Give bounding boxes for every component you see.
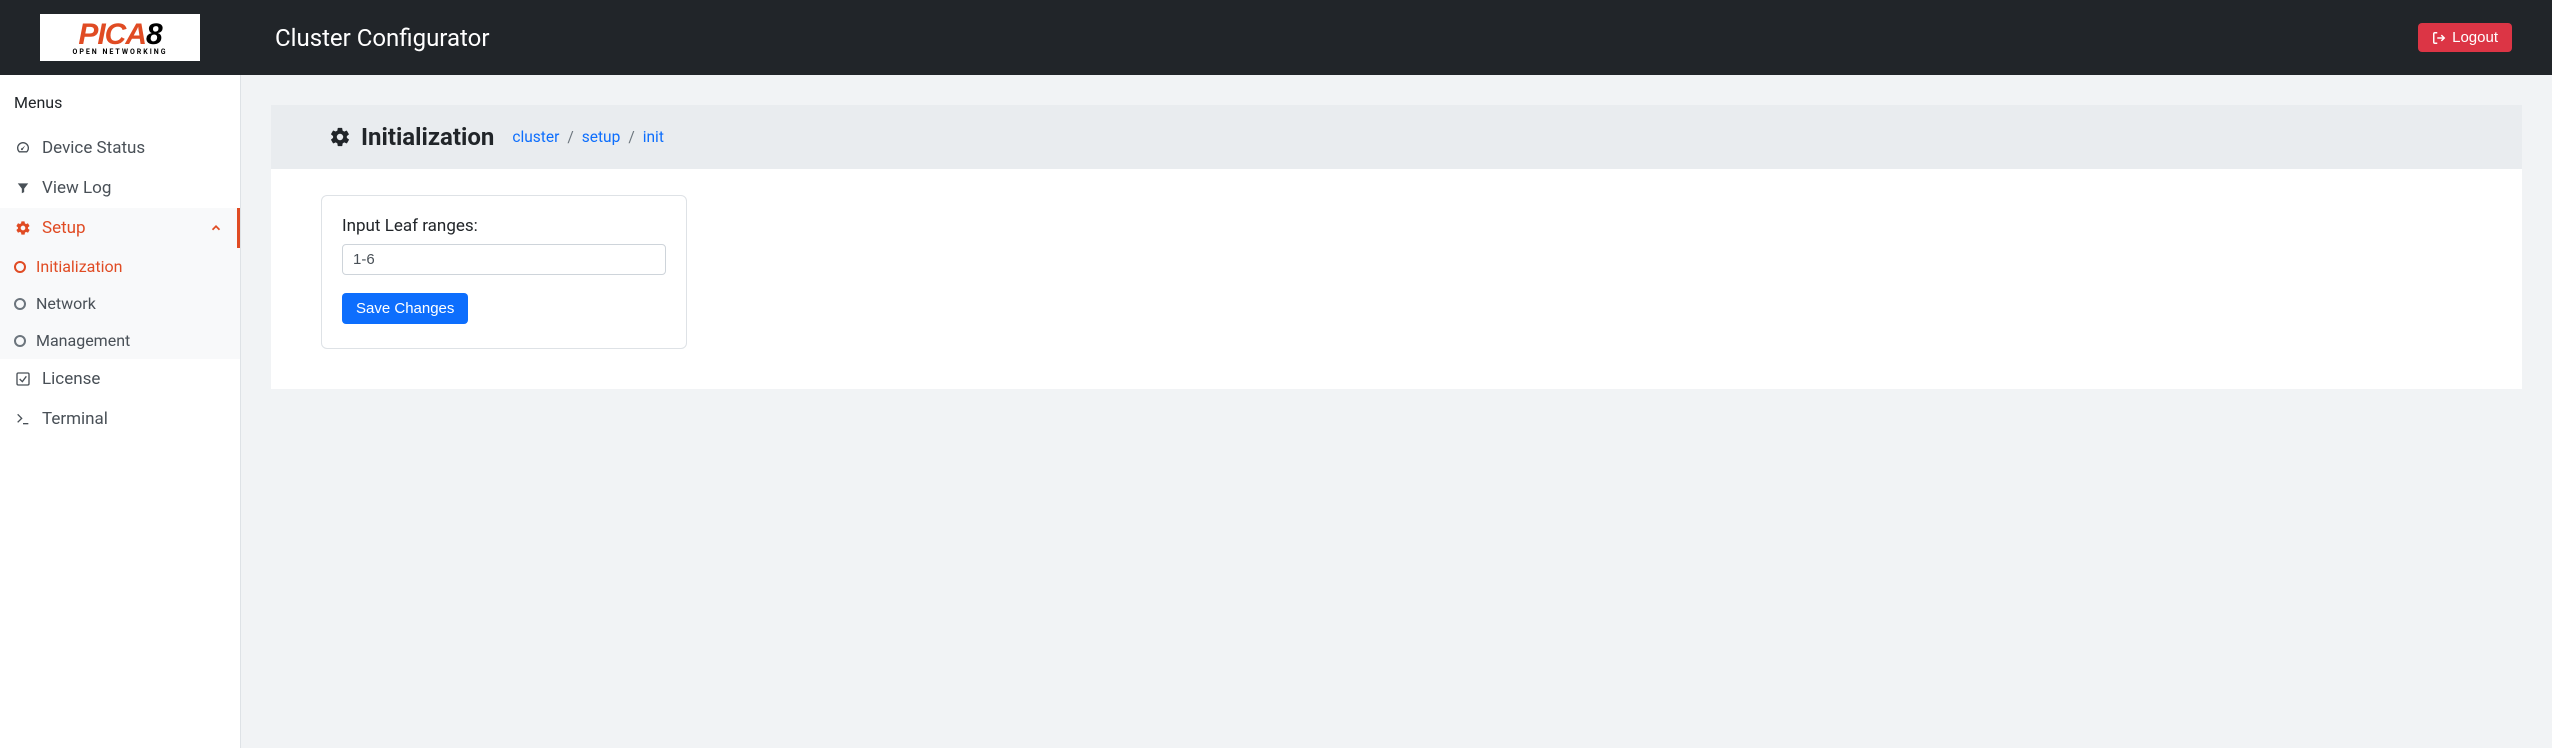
dashboard-icon xyxy=(14,140,32,156)
brand-logo: PICA8 OPEN NETWORKING xyxy=(40,14,200,61)
top-navbar: PICA8 OPEN NETWORKING Cluster Configurat… xyxy=(0,0,2552,75)
breadcrumb-link-setup[interactable]: setup xyxy=(582,128,621,146)
sidebar-submenu-setup: Initialization Network Management xyxy=(0,248,240,359)
content-wrap: Input Leaf ranges: Save Changes xyxy=(271,169,2522,389)
breadcrumb-sep: / xyxy=(567,128,573,146)
sidebar-subitem-initialization[interactable]: Initialization xyxy=(0,248,240,285)
filter-icon xyxy=(14,181,32,195)
circle-icon xyxy=(14,335,26,347)
leaf-ranges-input[interactable] xyxy=(342,244,666,275)
sidebar-item-setup[interactable]: Setup xyxy=(0,208,240,248)
breadcrumb: cluster / setup / init xyxy=(512,128,664,146)
sidebar-subitem-label: Network xyxy=(36,294,96,313)
sidebar-item-license[interactable]: License xyxy=(0,359,240,399)
circle-icon xyxy=(14,298,26,310)
init-card: Input Leaf ranges: Save Changes xyxy=(321,195,687,349)
circle-icon xyxy=(14,261,26,273)
logout-button[interactable]: Logout xyxy=(2418,23,2512,52)
terminal-icon xyxy=(14,411,32,427)
sidebar-item-label: Terminal xyxy=(42,409,226,429)
leaf-ranges-label: Input Leaf ranges: xyxy=(342,216,666,236)
sidebar-subitem-label: Initialization xyxy=(36,257,122,276)
save-changes-button[interactable]: Save Changes xyxy=(342,293,468,324)
sidebar-item-label: Setup xyxy=(42,218,199,238)
app-title: Cluster Configurator xyxy=(275,24,489,52)
logout-label: Logout xyxy=(2452,29,2498,46)
sidebar-header: Menus xyxy=(0,89,240,128)
brand-logo-text: PICA8 xyxy=(78,20,161,50)
gear-icon xyxy=(329,126,351,148)
page-header-bar: Initialization cluster / setup / init xyxy=(271,105,2522,169)
page-title: Initialization xyxy=(329,123,494,151)
brand-logo-main: PICA xyxy=(78,20,146,50)
signout-icon xyxy=(2432,31,2446,45)
gear-icon xyxy=(14,220,32,236)
sidebar-item-device-status[interactable]: Device Status xyxy=(0,128,240,168)
main-content: Initialization cluster / setup / init In… xyxy=(241,75,2552,748)
check-icon xyxy=(14,371,32,387)
sidebar-subitem-management[interactable]: Management xyxy=(0,322,240,359)
breadcrumb-link-init[interactable]: init xyxy=(643,128,664,146)
sidebar-item-terminal[interactable]: Terminal xyxy=(0,399,240,439)
breadcrumb-sep: / xyxy=(628,128,634,146)
breadcrumb-link-cluster[interactable]: cluster xyxy=(512,128,559,146)
chevron-up-icon xyxy=(209,221,223,235)
brand-logo-sub: OPEN NETWORKING xyxy=(73,48,168,56)
sidebar-item-label: View Log xyxy=(42,178,226,198)
sidebar-subitem-label: Management xyxy=(36,331,130,350)
sidebar-item-view-log[interactable]: View Log xyxy=(0,168,240,208)
sidebar-subitem-network[interactable]: Network xyxy=(0,285,240,322)
sidebar-item-label: Device Status xyxy=(42,138,226,158)
sidebar: Menus Device Status View Log Setup xyxy=(0,75,241,748)
brand-logo-accent: 8 xyxy=(146,20,162,50)
sidebar-item-label: License xyxy=(42,369,226,389)
page-title-text: Initialization xyxy=(361,123,494,151)
